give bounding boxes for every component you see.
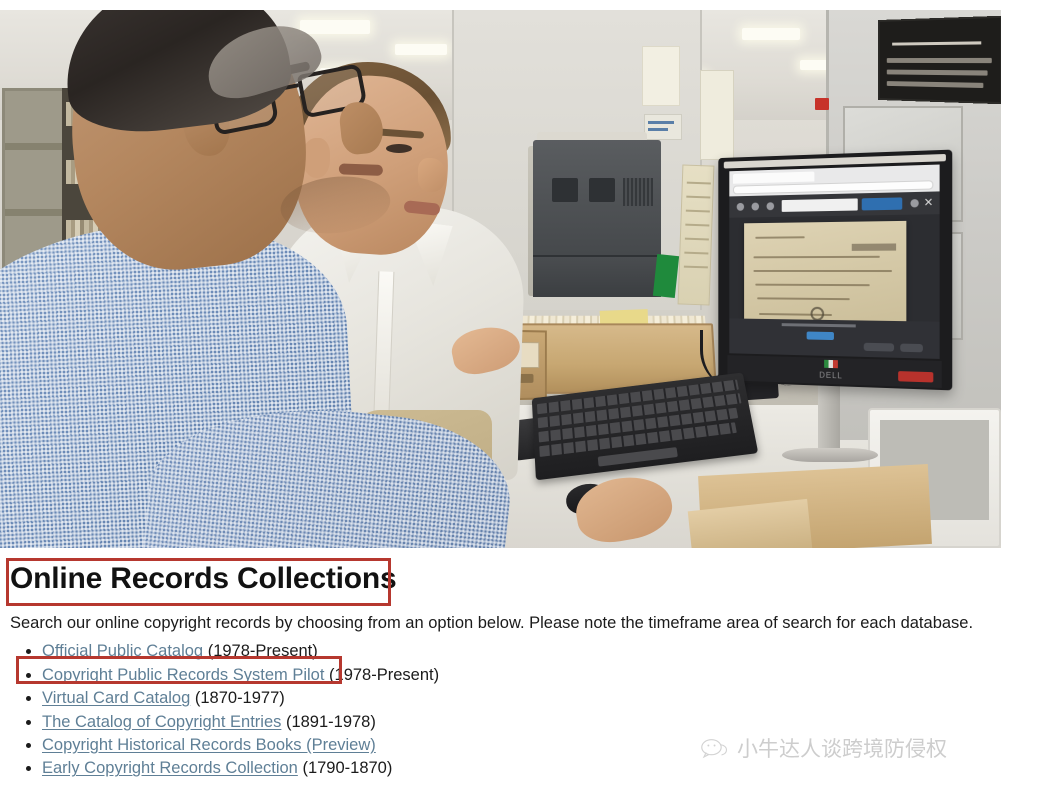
printer-slot: [552, 178, 578, 202]
list-item: The Catalog of Copyright Entries (1891-1…: [42, 711, 1047, 734]
list-item: Copyright Public Records System Pilot (1…: [42, 664, 1047, 687]
page-title: Online Records Collections: [10, 562, 397, 595]
viewer-search-field: [781, 198, 858, 212]
viewer-pill: [900, 343, 923, 353]
monitor-screen: ✕: [729, 164, 940, 359]
handwriting-line: [757, 297, 850, 301]
record-years: (1978-Present): [203, 642, 318, 661]
record-link-copyright-public-records-system-pilot[interactable]: Copyright Public Records System Pilot: [42, 666, 324, 684]
viewer-action-button: [806, 331, 834, 341]
toolbar-icon: [751, 202, 760, 211]
record-link-official-public-catalog[interactable]: Official Public Catalog: [42, 642, 203, 660]
wall-sign-line: [886, 57, 992, 64]
viewer-search-button: [861, 197, 903, 211]
form-line: [686, 181, 711, 185]
posted-note: [642, 46, 680, 106]
list-item: Early Copyright Records Collection (1790…: [42, 757, 1047, 780]
printer-slot: [589, 178, 615, 202]
handwriting-line: [755, 236, 805, 239]
list-item: Official Public Catalog (1978-Present): [42, 640, 1047, 663]
list-item: Virtual Card Catalog (1870-1977): [42, 687, 1047, 710]
flag-sticker-icon: [824, 359, 838, 369]
ceiling-light: [300, 20, 370, 34]
record-link-copyright-historical-records-books[interactable]: Copyright Historical Records Books (Prev…: [42, 736, 376, 754]
record-link-virtual-card-catalog[interactable]: Virtual Card Catalog: [42, 689, 190, 707]
record-years: (1978-Present): [324, 665, 440, 684]
wall-card-reader: [644, 114, 682, 140]
viewer-footer: [729, 318, 940, 359]
person-foreground-mouth: [338, 163, 384, 176]
record-link-early-copyright-records-collection[interactable]: Early Copyright Records Collection: [42, 759, 298, 777]
printer-paper-drawer: [533, 255, 661, 297]
wall-sign-rule: [892, 41, 982, 46]
printer-vent: [623, 178, 653, 206]
footer-line: [781, 323, 856, 328]
green-tag: [652, 253, 680, 299]
records-content: Online Records Collections Search our on…: [0, 548, 1053, 781]
viewer-pill: [863, 342, 895, 352]
badge-stripe: [648, 121, 674, 124]
scanned-record-image: [744, 220, 907, 334]
wall-sign-line: [886, 81, 984, 89]
record-stamp-text: [851, 243, 897, 251]
handwriting-line: [755, 283, 870, 287]
record-years: (1790-1870): [297, 759, 393, 778]
form-line: [684, 237, 709, 241]
paper-form: [677, 164, 715, 306]
monitor-stand-base: [782, 448, 878, 462]
intro-paragraph: Search our online copyright records by c…: [10, 614, 974, 632]
viewer-toolbar: ✕: [729, 191, 940, 218]
toolbar-icon: [736, 202, 745, 211]
hero-photo: ♻ ✕: [0, 10, 1001, 548]
monitor-red-label: [898, 371, 934, 383]
spacebar-key: [597, 447, 678, 467]
wall-sign: [877, 15, 1001, 105]
records-list: Official Public Catalog (1978-Present) C…: [6, 640, 1047, 781]
handwriting-line: [753, 270, 893, 273]
record-link-catalog-of-copyright-entries[interactable]: The Catalog of Copyright Entries: [42, 713, 281, 731]
toolbar-icon: [910, 199, 919, 208]
form-line: [685, 223, 710, 227]
wall-sign-line: [886, 69, 988, 76]
title-row: Online Records Collections: [6, 548, 1047, 606]
ceiling-light: [742, 28, 800, 40]
posted-paper: [700, 70, 734, 160]
close-icon: ✕: [923, 196, 934, 210]
ceiling-light: [395, 44, 447, 55]
form-line: [685, 209, 710, 213]
record-years: (1891-1978): [281, 712, 376, 731]
monitor-chin: DELL: [727, 355, 942, 388]
form-line: [684, 251, 709, 255]
person-background-nose: [418, 158, 446, 192]
record-years: (1870-1977): [190, 689, 285, 708]
exit-sign: [815, 98, 829, 110]
handwriting-line: [753, 255, 880, 259]
list-item: Copyright Historical Records Books (Prev…: [42, 734, 1047, 757]
form-line: [683, 265, 708, 269]
badge-stripe: [648, 128, 668, 131]
monitor-brand-logo: DELL: [819, 370, 843, 381]
form-line: [686, 195, 711, 199]
photo-scene: ♻ ✕: [0, 10, 1001, 548]
monitor-stand-neck: [818, 382, 840, 454]
person-background-eye: [386, 144, 412, 153]
primary-monitor: ✕ DELL: [718, 149, 953, 391]
browser-tab: [732, 171, 815, 184]
person-background-ear: [302, 138, 330, 178]
toolbar-icon: [766, 202, 775, 211]
